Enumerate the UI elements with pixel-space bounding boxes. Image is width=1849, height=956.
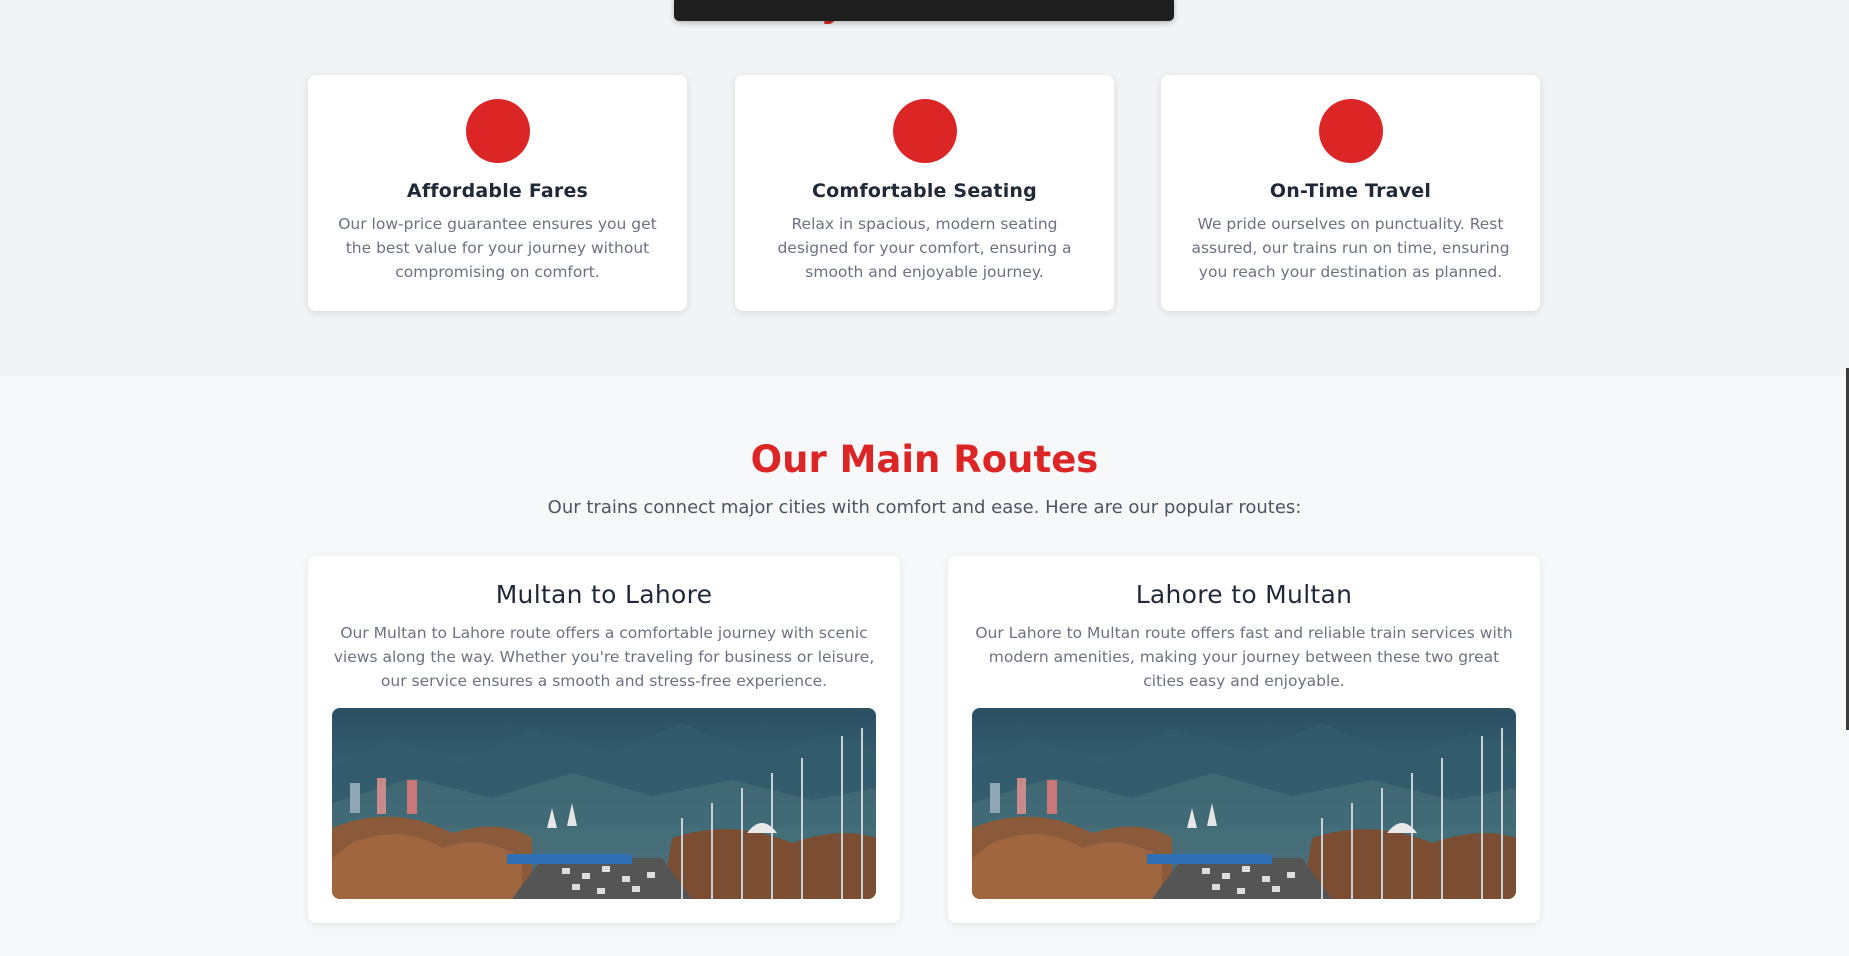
dark-popup-bar (674, 0, 1174, 21)
main-routes-subtitle: Our trains connect major cities with com… (547, 497, 1302, 518)
feature-card-on-time-travel: On-Time Travel We pride ourselves on pun… (1161, 75, 1540, 311)
feature-card-comfortable-seating: Comfortable Seating Relax in spacious, m… (735, 75, 1114, 311)
feature-title: Affordable Fares (406, 180, 589, 202)
route-title: Multan to Lahore (495, 580, 713, 609)
feature-description: We pride ourselves on punctuality. Rest … (1191, 215, 1510, 281)
page: Why Choose Us? Affordable Fares Our low-… (0, 0, 1849, 956)
route-description: Our Multan to Lahore route offers a comf… (333, 624, 875, 690)
red-circle-icon (465, 99, 530, 163)
route-description: Our Lahore to Multan route offers fast a… (975, 624, 1513, 690)
main-routes-title: Our Main Routes (750, 438, 1099, 481)
feature-title: On-Time Travel (1269, 180, 1432, 202)
feature-description: Relax in spacious, modern seating design… (777, 215, 1072, 281)
feature-title: Comfortable Seating (812, 180, 1037, 202)
feature-card-affordable-fares: Affordable Fares Our low-price guarantee… (308, 75, 687, 311)
feature-description: Our low-price guarantee ensures you get … (338, 215, 657, 281)
red-circle-icon (1318, 99, 1383, 163)
why-choose-us-section: Why Choose Us? Affordable Fares Our low-… (0, 0, 1849, 376)
main-routes-section: Our Main Routes Our trains connect major… (0, 376, 1849, 956)
route-card-multan-to-lahore[interactable]: Multan to Lahore Our Multan to Lahore ro… (308, 556, 900, 923)
route-card-lahore-to-multan[interactable]: Lahore to Multan Our Lahore to Multan ro… (948, 556, 1540, 923)
city-highway-photo (972, 708, 1516, 899)
city-highway-photo (332, 708, 876, 899)
route-title: Lahore to Multan (1135, 580, 1353, 609)
red-circle-icon (892, 99, 957, 163)
